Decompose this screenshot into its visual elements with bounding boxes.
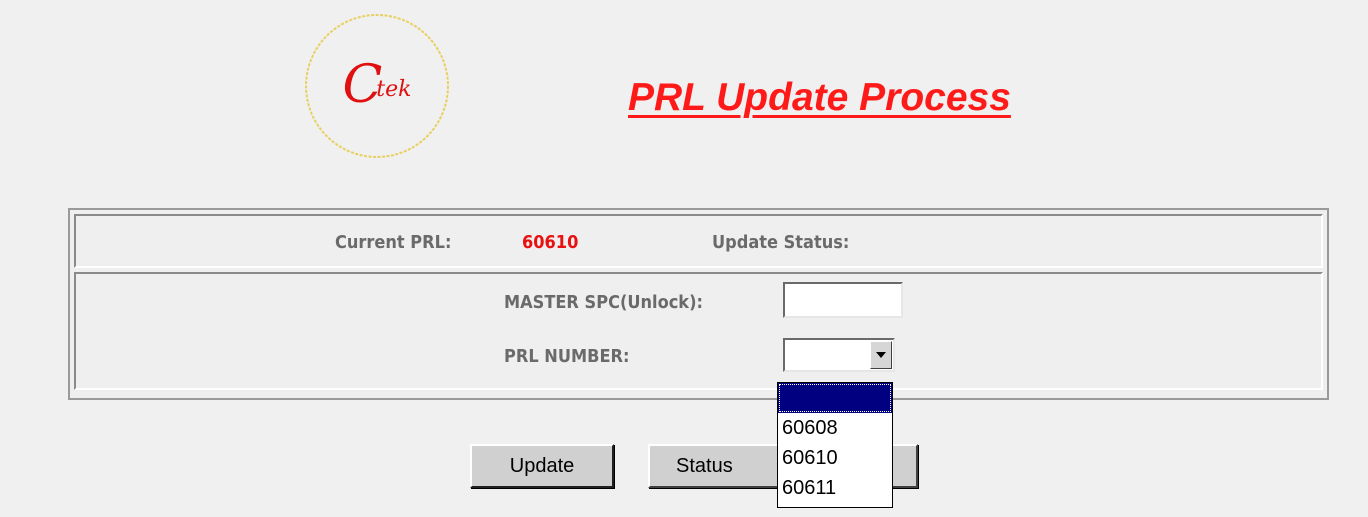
- prl-panel: Current PRL: 60610 Update Status: MASTER…: [68, 208, 1329, 400]
- prl-option-60611[interactable]: 60611: [778, 473, 892, 503]
- master-spc-input[interactable]: [783, 282, 903, 318]
- prl-option-60610[interactable]: 60610: [778, 443, 892, 473]
- status-row: Current PRL: 60610 Update Status:: [74, 214, 1323, 268]
- prl-number-select[interactable]: [783, 338, 895, 372]
- prl-option-60608[interactable]: 60608: [778, 413, 892, 443]
- ctek-logo: C tek: [302, 10, 452, 160]
- logo-ring-icon: [305, 14, 449, 158]
- status-button[interactable]: Status: [648, 444, 780, 488]
- chevron-down-icon: [876, 352, 886, 358]
- update-button[interactable]: Update: [470, 444, 614, 488]
- prl-number-label: PRL NUMBER:: [504, 346, 630, 367]
- prl-option-blank[interactable]: [778, 383, 892, 413]
- dropdown-arrow-button[interactable]: [870, 341, 892, 369]
- current-prl-value: 60610: [522, 232, 579, 253]
- master-spc-label: MASTER SPC(Unlock):: [504, 292, 703, 313]
- prl-dropdown-list[interactable]: 60608 60610 60611: [777, 382, 893, 508]
- form-row: MASTER SPC(Unlock): PRL NUMBER:: [74, 272, 1323, 390]
- page: C tek PRL Update Process Current PRL: 60…: [0, 0, 1368, 517]
- page-title: PRL Update Process: [628, 76, 1011, 119]
- current-prl-label: Current PRL:: [335, 232, 452, 253]
- update-status-label: Update Status:: [712, 232, 850, 253]
